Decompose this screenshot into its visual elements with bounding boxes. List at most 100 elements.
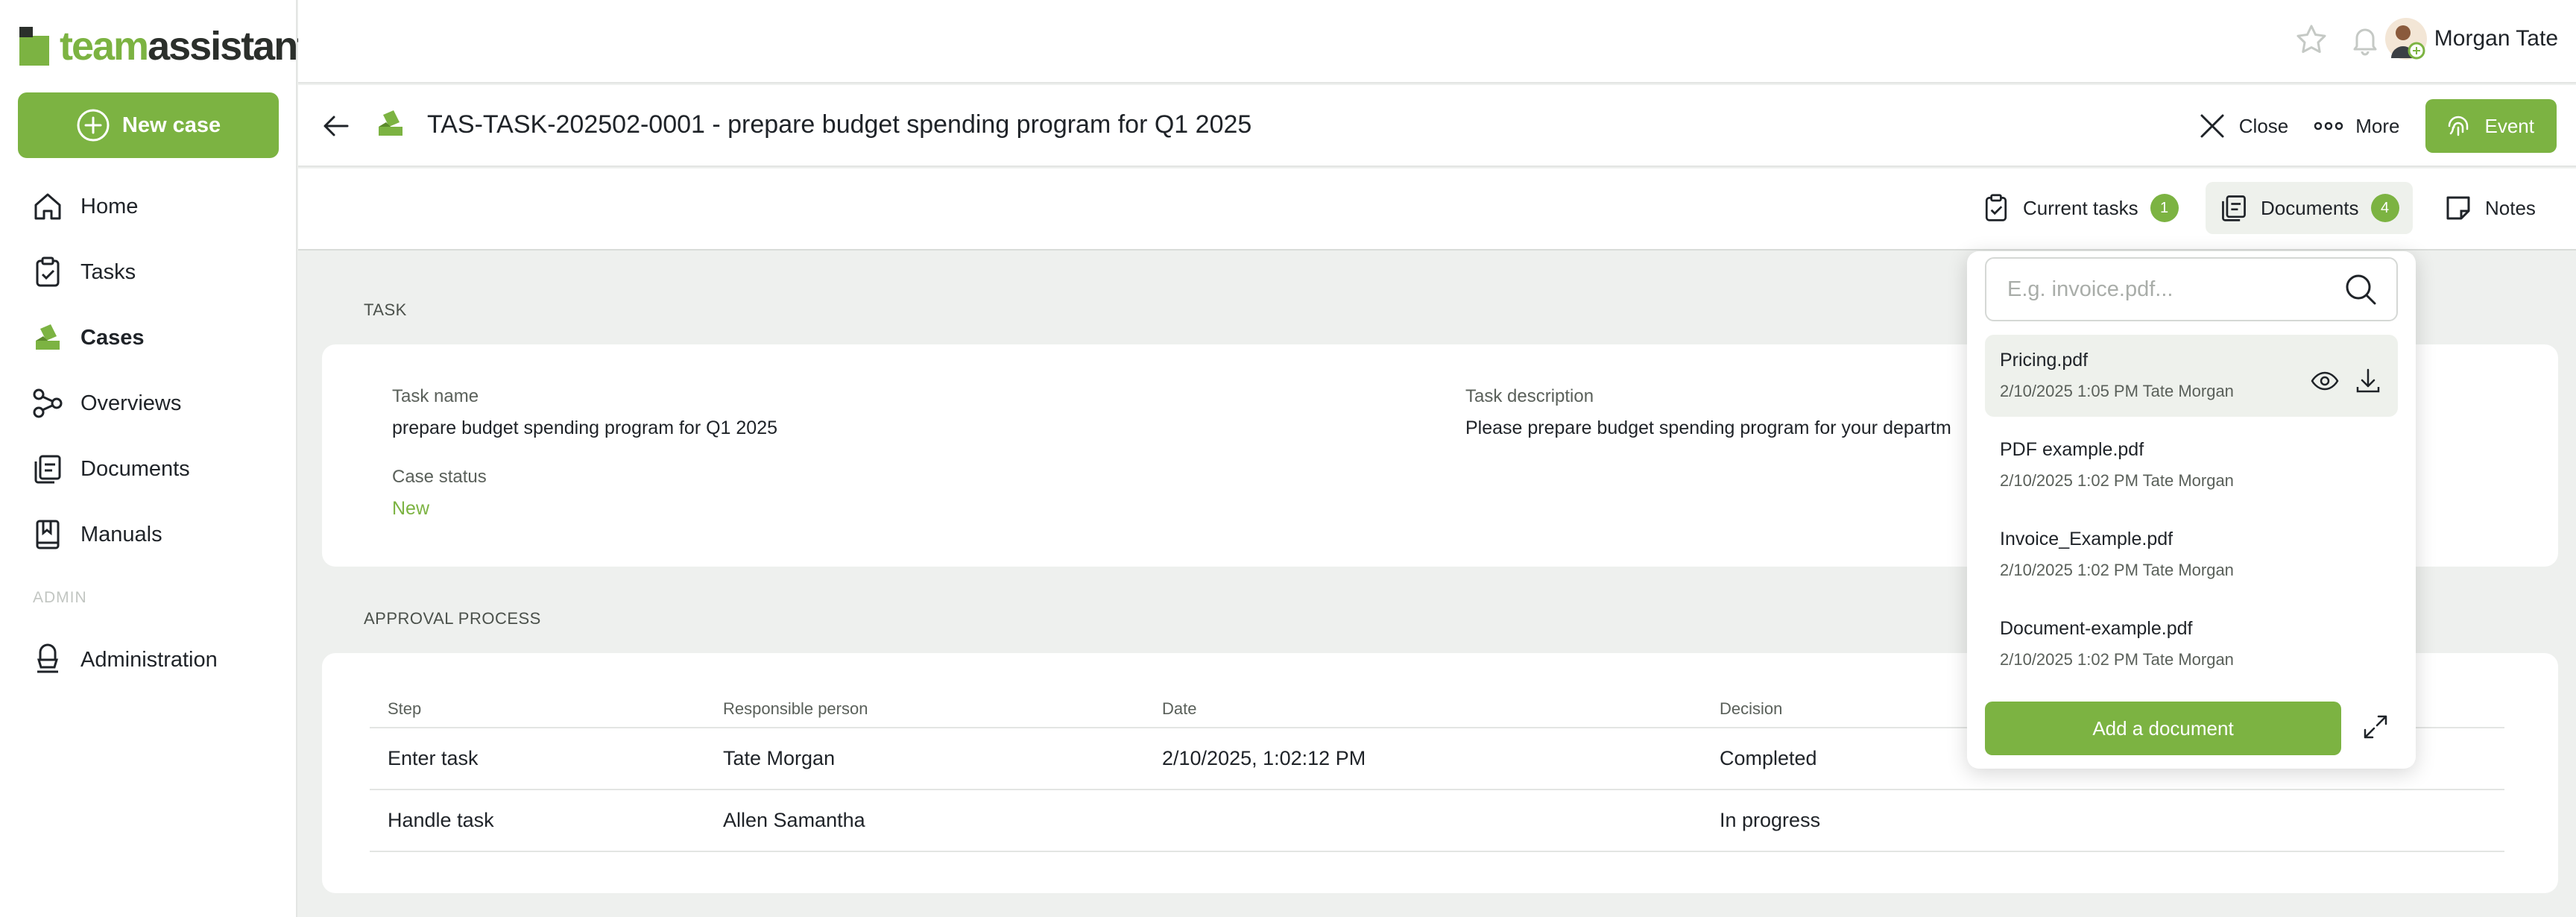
eye-icon[interactable] — [2310, 366, 2340, 396]
case-status-label: Case status — [392, 467, 487, 487]
note-icon — [2446, 196, 2470, 220]
column-header: Date — [1144, 690, 1702, 728]
title-actions: Close More Event — [2197, 99, 2557, 153]
document-list-item[interactable]: PDF example.pdf 2/10/2025 1:02 PM Tate M… — [1985, 424, 2398, 506]
document-search-field[interactable] — [1985, 257, 2398, 321]
cases-icon — [374, 107, 407, 140]
count-badge: 1 — [2150, 194, 2179, 222]
sidebar-item-cases[interactable]: Cases — [31, 321, 144, 354]
tab-documents[interactable]: Documents 4 — [2206, 182, 2413, 234]
tab-notes[interactable]: Notes — [2430, 182, 2549, 234]
search-icon[interactable] — [2343, 271, 2378, 307]
task-section-label: TASK — [364, 300, 407, 319]
count-badge: 4 — [2370, 194, 2399, 222]
step-cell: Handle task — [370, 790, 705, 852]
sidebar-item-label: Tasks — [80, 259, 136, 284]
sidebar-item-administration[interactable]: Administration — [31, 643, 218, 676]
decision-cell: In progress — [1702, 790, 2504, 852]
sidebar-item-label: Documents — [80, 456, 190, 481]
person-cell: Allen Samantha — [705, 790, 1144, 852]
document-list-item[interactable]: Invoice_Example.pdf 2/10/2025 1:02 PM Ta… — [1985, 514, 2398, 596]
new-case-button[interactable]: New case — [18, 92, 279, 158]
back-arrow-icon[interactable] — [321, 110, 352, 142]
more-label: More — [2355, 114, 2400, 137]
expand-icon[interactable] — [2361, 712, 2390, 742]
document-list-item[interactable]: Document-example.pdf 2/10/2025 1:02 PM T… — [1985, 603, 2398, 685]
documents-dropdown: Pricing.pdf 2/10/2025 1:05 PM Tate Morga… — [1967, 251, 2416, 769]
star-icon[interactable] — [2294, 22, 2329, 57]
logo-text: teamassistant — [60, 24, 310, 69]
plus-circle-icon — [77, 109, 110, 142]
tab-label: Notes — [2485, 196, 2536, 219]
event-button[interactable]: Event — [2425, 99, 2557, 153]
document-list-item[interactable]: Pricing.pdf 2/10/2025 1:05 PM Tate Morga… — [1985, 335, 2398, 417]
sidebar: teamassistant New case Home Tasks Cases … — [0, 0, 310, 917]
sidebar-item-label: Cases — [80, 325, 145, 350]
documents-icon — [31, 453, 64, 485]
date-cell — [1144, 790, 1702, 852]
cases-icon — [31, 321, 64, 354]
sidebar-item-label: Manuals — [80, 522, 162, 546]
document-meta: 2/10/2025 1:02 PM Tate Morgan — [2000, 650, 2234, 669]
close-icon — [2200, 114, 2224, 138]
more-button[interactable]: More — [2314, 114, 2400, 138]
document-meta: 2/10/2025 1:02 PM Tate Morgan — [2000, 561, 2234, 579]
avatar — [2384, 18, 2427, 60]
step-cell: Enter task — [370, 728, 705, 790]
add-document-button[interactable]: Add a document — [1985, 702, 2341, 755]
clipboard-check-icon — [31, 256, 64, 289]
event-label: Event — [2484, 114, 2535, 137]
column-header: Step — [370, 690, 705, 728]
user-menu[interactable]: Morgan Tate — [2384, 18, 2558, 60]
documents-icon — [2222, 195, 2246, 221]
book-icon — [31, 518, 64, 551]
sidebar-item-label: Administration — [80, 647, 218, 672]
home-icon — [31, 190, 64, 223]
top-bar: Morgan Tate — [298, 0, 2576, 83]
case-status-value: New — [392, 498, 430, 519]
document-search-input[interactable] — [2006, 276, 2343, 303]
clipboard-check-icon — [1985, 194, 2007, 221]
sidebar-item-label: Overviews — [80, 391, 182, 415]
top-icons — [2294, 22, 2382, 57]
column-header: Responsible person — [705, 690, 1144, 728]
sidebar-item-overviews[interactable]: Overviews — [31, 387, 181, 420]
sidebar-item-home[interactable]: Home — [31, 190, 138, 223]
task-description-value: Please prepare budget spending program f… — [1465, 417, 1951, 438]
document-actions — [2310, 366, 2383, 396]
logo-mark-icon — [19, 27, 49, 66]
page-title: TAS-TASK-202502-0001 - prepare budget sp… — [427, 110, 1252, 139]
admin-icon — [31, 643, 64, 676]
sidebar-item-tasks[interactable]: Tasks — [31, 256, 136, 289]
task-name-value: prepare budget spending program for Q1 2… — [392, 417, 778, 438]
tab-current-tasks[interactable]: Current tasks 1 — [1968, 182, 2192, 234]
close-button[interactable]: Close — [2197, 111, 2288, 141]
nodes-icon — [31, 387, 64, 420]
tab-label: Current tasks — [2023, 196, 2138, 219]
admin-section-label: ADMIN — [33, 589, 87, 606]
tab-label: Documents — [2261, 196, 2359, 219]
sidebar-item-documents[interactable]: Documents — [31, 453, 190, 485]
task-name-label: Task name — [392, 386, 479, 406]
bell-icon[interactable] — [2348, 22, 2382, 57]
close-label: Close — [2238, 114, 2289, 137]
more-dots-icon — [2314, 122, 2343, 130]
user-name: Morgan Tate — [2434, 26, 2558, 51]
download-icon[interactable] — [2353, 366, 2383, 396]
person-cell: Tate Morgan — [705, 728, 1144, 790]
document-name: Document-example.pdf — [2000, 618, 2193, 639]
new-case-label: New case — [121, 113, 221, 137]
table-row[interactable]: Handle task Allen Samantha In progress — [370, 790, 2504, 852]
tabs-bar: Current tasks 1 Documents 4 Notes — [298, 168, 2576, 250]
fingerprint-icon — [2448, 116, 2468, 136]
date-cell: 2/10/2025, 1:02:12 PM — [1144, 728, 1702, 790]
document-meta: 2/10/2025 1:02 PM Tate Morgan — [2000, 471, 2234, 490]
case-title-bar: TAS-TASK-202502-0001 - prepare budget sp… — [298, 85, 2576, 167]
sidebar-item-label: Home — [80, 194, 139, 218]
logo[interactable]: teamassistant — [18, 24, 310, 69]
task-description-label: Task description — [1465, 386, 1594, 406]
document-name: Invoice_Example.pdf — [2000, 529, 2174, 549]
document-name: PDF example.pdf — [2000, 439, 2144, 460]
approval-section-label: APPROVAL PROCESS — [364, 609, 541, 628]
sidebar-item-manuals[interactable]: Manuals — [31, 518, 162, 551]
